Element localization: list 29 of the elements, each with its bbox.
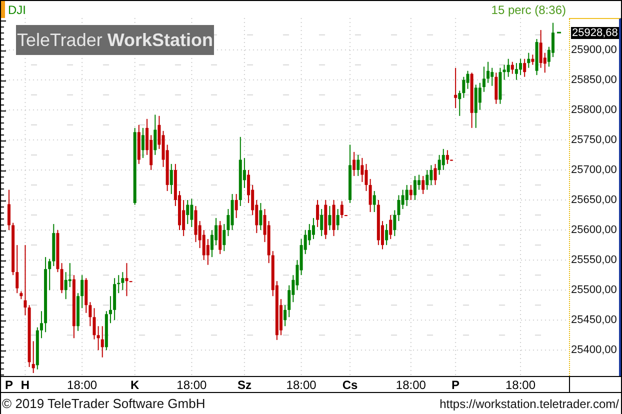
time-label: 18:00: [396, 378, 426, 392]
time-label: K: [130, 378, 140, 392]
time-label: 18:00: [286, 378, 316, 392]
copyright-text: © 2019 TeleTrader Software GmbH: [2, 396, 206, 411]
time-label: 18:00: [67, 378, 98, 392]
period-label: 15 perc (8:36): [491, 2, 567, 16]
last-price-tag: 25928,68: [571, 26, 619, 39]
time-label: P: [452, 378, 460, 392]
price-label: 25750,00: [571, 134, 617, 146]
time-label: 18:00: [506, 378, 536, 392]
price-label: 25400,00: [571, 344, 617, 356]
price-label: 25550,00: [571, 254, 617, 266]
price-label: 25800,00: [571, 104, 617, 116]
price-label: 25850,00: [571, 74, 617, 86]
time-label: P: [5, 378, 13, 392]
time-label: H: [20, 378, 30, 392]
last-price-marker: [557, 32, 561, 34]
price-label: 25650,00: [571, 194, 617, 206]
website-url: https://workstation.teletrader.com/: [440, 396, 619, 410]
price-label: 25700,00: [571, 164, 617, 176]
price-label: 25600,00: [571, 224, 617, 236]
logo-watermark: TeleTrader WorkStation: [16, 25, 214, 55]
time-label: Cs: [342, 378, 358, 392]
price-label: 25900,00: [571, 44, 617, 56]
time-label: 18:00: [176, 378, 207, 392]
symbol-label: DJI: [1, 1, 26, 18]
price-label: 25500,00: [571, 284, 617, 296]
time-label: Sz: [237, 378, 252, 392]
price-label: 25450,00: [571, 314, 617, 326]
